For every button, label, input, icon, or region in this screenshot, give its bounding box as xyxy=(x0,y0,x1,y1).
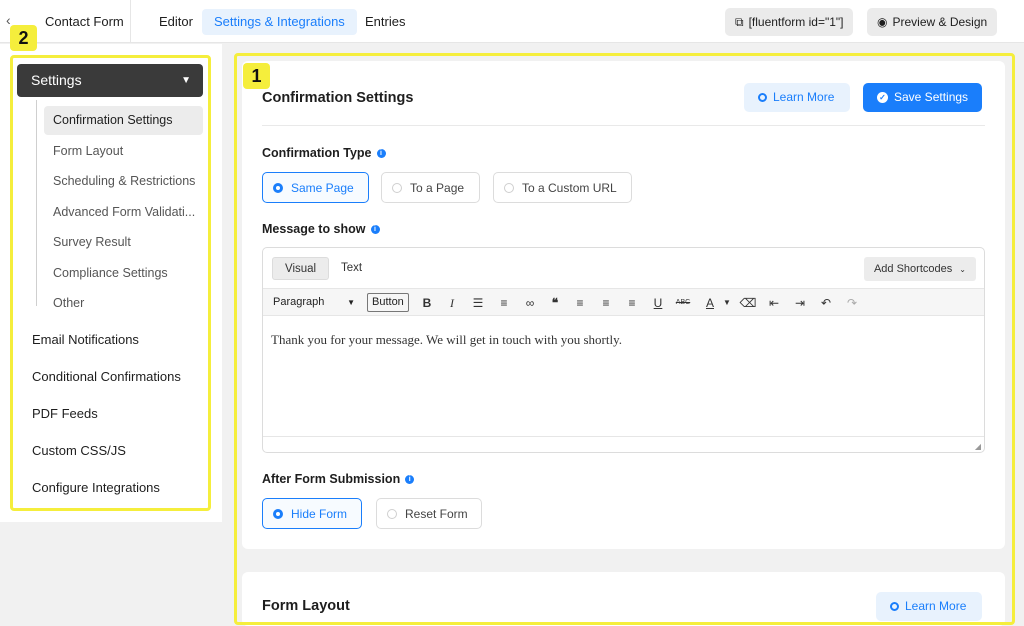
learn-more-label: Learn More xyxy=(905,599,967,613)
format-select[interactable]: Paragraph ▼ xyxy=(269,292,361,313)
message-label-text: Message to show xyxy=(262,222,366,236)
redo-icon[interactable]: ↷ xyxy=(843,294,861,312)
tab-entries[interactable]: Entries xyxy=(353,9,417,35)
shortcode-button[interactable]: ⧉ [fluentform id="1"] xyxy=(725,8,854,36)
outdent-icon[interactable]: ⇤ xyxy=(765,294,783,312)
bullet-list-icon[interactable]: ☰ xyxy=(469,294,487,312)
link-icon[interactable]: ∞ xyxy=(521,294,539,312)
tab-editor[interactable]: Editor xyxy=(147,9,205,35)
caret-down-icon: ▼ xyxy=(347,298,355,307)
tree-line xyxy=(36,100,37,306)
shortcode-label: [fluentform id="1"] xyxy=(748,15,844,29)
indent-icon[interactable]: ⇥ xyxy=(791,294,809,312)
form-name: Contact Form xyxy=(45,14,124,29)
radio-label: Same Page xyxy=(291,180,354,195)
editor-tabs: Visual Text Add Shortcodes ⌄ xyxy=(263,248,984,286)
learn-more-button[interactable]: Learn More xyxy=(744,83,851,112)
sidebar-item-conditional-confirmations[interactable]: Conditional Confirmations xyxy=(32,369,181,384)
preview-label: Preview & Design xyxy=(892,15,988,29)
check-circle-icon: ✓ xyxy=(877,92,888,103)
align-right-icon[interactable]: ≡ xyxy=(623,294,641,312)
annotation-badge-1: 1 xyxy=(243,63,270,89)
radio-icon xyxy=(387,508,397,519)
confirmation-type-text: Confirmation Type xyxy=(262,146,372,160)
radio-icon xyxy=(504,182,514,193)
rich-text-editor: Visual Text Add Shortcodes ⌄ Paragraph ▼… xyxy=(262,247,985,453)
divider xyxy=(130,0,131,43)
add-shortcodes-label: Add Shortcodes xyxy=(873,263,953,275)
info-icon[interactable]: i xyxy=(405,474,415,484)
annotation-badge-2: 2 xyxy=(10,25,37,51)
circle-icon xyxy=(890,602,899,611)
settings-group-header[interactable]: Settings ▼ xyxy=(17,64,203,97)
align-left-icon[interactable]: ≡ xyxy=(571,294,589,312)
radio-label: To a Page xyxy=(410,180,465,195)
radio-same-page[interactable]: Same Page xyxy=(262,172,369,203)
sidebar-item-advanced-validation[interactable]: Advanced Form Validati... xyxy=(44,198,203,227)
format-select-value: Paragraph xyxy=(273,296,325,308)
eraser-icon[interactable]: ⌫ xyxy=(739,294,757,312)
save-settings-label: Save Settings xyxy=(894,90,969,104)
bold-icon[interactable]: B xyxy=(418,294,436,312)
circle-icon xyxy=(758,93,767,102)
message-to-show-label: Message to show i xyxy=(262,222,380,236)
undo-icon[interactable]: ↶ xyxy=(817,294,835,312)
italic-icon[interactable]: I xyxy=(443,294,461,312)
radio-to-a-page[interactable]: To a Page xyxy=(381,172,480,203)
sidebar-item-custom-css-js[interactable]: Custom CSS/JS xyxy=(32,443,126,458)
add-shortcodes-button[interactable]: Add Shortcodes ⌄ xyxy=(863,257,976,281)
radio-label: To a Custom URL xyxy=(522,180,617,195)
after-submission-label: After Form Submission i xyxy=(262,472,415,486)
resize-handle-icon[interactable]: ◢ xyxy=(975,442,981,451)
editor-content[interactable]: Thank you for your message. We will get … xyxy=(271,332,622,348)
copy-icon: ⧉ xyxy=(735,15,744,29)
radio-custom-url[interactable]: To a Custom URL xyxy=(493,172,632,203)
align-center-icon[interactable]: ≡ xyxy=(597,294,615,312)
numbered-list-icon[interactable]: ≡ xyxy=(495,294,513,312)
radio-reset-form[interactable]: Reset Form xyxy=(376,498,482,529)
chevron-down-icon: ▼ xyxy=(181,75,191,86)
text-color-icon[interactable]: A xyxy=(701,294,719,312)
sidebar-item-other[interactable]: Other xyxy=(44,289,203,318)
radio-icon xyxy=(273,182,283,193)
sidebar-item-form-layout[interactable]: Form Layout xyxy=(44,137,203,166)
blockquote-icon[interactable]: ❝ xyxy=(546,294,564,312)
divider xyxy=(262,125,985,126)
sidebar-item-survey-result[interactable]: Survey Result xyxy=(44,228,203,257)
sidebar-item-compliance[interactable]: Compliance Settings xyxy=(44,259,203,288)
after-submission-text: After Form Submission xyxy=(262,472,401,486)
editor-toolbar: Paragraph ▼ Button B I ☰ ≡ ∞ ❝ ≡ ≡ ≡ U A… xyxy=(263,288,984,316)
tab-visual[interactable]: Visual xyxy=(272,257,330,280)
top-bar: ‹ Contact Form Editor Settings & Integra… xyxy=(0,0,1024,43)
confirmation-settings-title: Confirmation Settings xyxy=(262,90,414,106)
chevron-down-icon: ⌄ xyxy=(959,265,966,274)
sidebar-item-pdf-feeds[interactable]: PDF Feeds xyxy=(32,406,98,421)
radio-icon xyxy=(392,182,402,193)
info-icon[interactable]: i xyxy=(370,224,380,234)
eye-icon: ◉ xyxy=(877,15,888,29)
radio-icon xyxy=(273,508,283,519)
caret-down-icon[interactable]: ▼ xyxy=(718,294,736,312)
form-layout-learn-more-button[interactable]: Learn More xyxy=(876,592,983,621)
save-settings-button[interactable]: ✓ Save Settings xyxy=(863,83,983,112)
tab-settings-integrations[interactable]: Settings & Integrations xyxy=(202,9,357,35)
confirmation-type-label: Confirmation Type i xyxy=(262,146,386,160)
settings-header-label: Settings xyxy=(31,72,82,88)
tab-text[interactable]: Text xyxy=(329,257,374,280)
underline-icon[interactable]: U xyxy=(649,294,667,312)
info-icon[interactable]: i xyxy=(376,148,386,158)
radio-label: Reset Form xyxy=(405,506,468,521)
radio-hide-form[interactable]: Hide Form xyxy=(262,498,362,529)
sidebar-item-email-notifications[interactable]: Email Notifications xyxy=(32,332,139,347)
editor-status-bar: ◢ xyxy=(263,436,984,452)
radio-label: Hide Form xyxy=(291,506,348,521)
sidebar-item-configure-integrations[interactable]: Configure Integrations xyxy=(32,480,160,495)
strikethrough-icon[interactable]: ABC xyxy=(674,294,692,312)
insert-button-tool[interactable]: Button xyxy=(367,293,409,312)
preview-design-button[interactable]: ◉ Preview & Design xyxy=(867,8,998,36)
form-layout-title: Form Layout xyxy=(262,598,350,614)
learn-more-label: Learn More xyxy=(773,90,835,104)
sidebar-item-scheduling[interactable]: Scheduling & Restrictions xyxy=(44,167,203,196)
sidebar-item-confirmation-settings[interactable]: Confirmation Settings xyxy=(44,106,203,135)
